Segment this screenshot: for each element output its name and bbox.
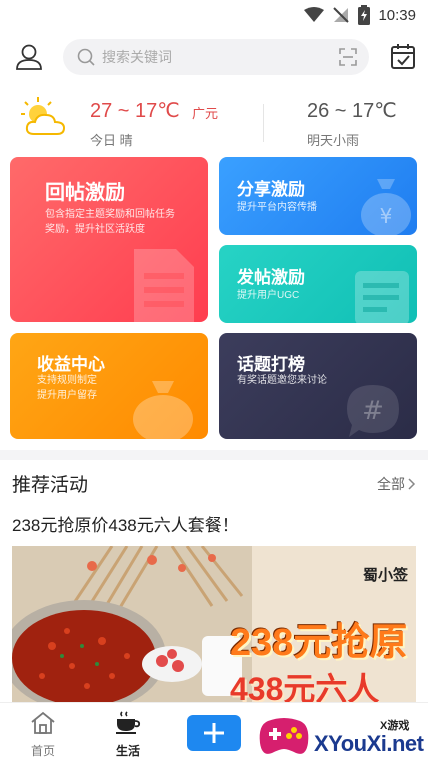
- chevron-right-icon: [408, 478, 416, 490]
- view-all-label: 全部: [377, 476, 405, 492]
- section-title: 推荐活动: [12, 475, 89, 496]
- card-title: 收益中心: [37, 355, 105, 374]
- nav-home-label: 首页: [30, 744, 55, 758]
- calendar-check-icon[interactable]: [390, 42, 416, 70]
- card-desc: 包含指定主题奖励和回帖任务奖励，提升社区活跃度: [45, 209, 175, 235]
- gamepad-logo-icon: [259, 718, 309, 754]
- card-desc-line: 提升用户留存: [37, 390, 97, 401]
- card-post-reward[interactable]: 发帖激励 提升用户UGC: [219, 245, 417, 323]
- status-time: 10:39: [378, 6, 416, 24]
- card-title: 回帖激励: [45, 182, 125, 204]
- section-divider: [0, 450, 428, 460]
- document-icon: [355, 271, 409, 323]
- site-watermark: X游戏 XYouXi.net: [258, 713, 426, 759]
- nav-life-label: 生活: [115, 744, 140, 758]
- search-icon: [77, 48, 95, 66]
- wifi-icon: [304, 7, 325, 22]
- city-label[interactable]: 广元: [192, 103, 218, 122]
- activity-banner[interactable]: 蜀小签 238元抢原 438元六人: [12, 546, 416, 702]
- nav-life[interactable]: 生活: [98, 711, 158, 759]
- tomorrow-weather: 明天小雨: [307, 133, 360, 148]
- card-desc-line: 支持规则制定: [37, 375, 97, 386]
- battery-charging-icon: [358, 5, 371, 25]
- banner-headline: 238元抢原: [230, 622, 408, 664]
- create-post-button[interactable]: [187, 715, 241, 751]
- card-topic-ranking[interactable]: # 话题打榜 有奖话题邀您来讨论: [219, 333, 417, 439]
- tomorrow-temperature: 26 ~ 17℃: [307, 100, 397, 122]
- card-title: 分享激励: [237, 180, 305, 199]
- svg-text:#: #: [362, 396, 384, 426]
- money-bag-icon: ¥: [361, 179, 411, 235]
- bottom-navigation: 首页 生活 X游戏 XYouXi.net: [0, 702, 428, 762]
- card-desc: 支持规则制定 提升用户留存: [37, 373, 97, 403]
- card-title: 发帖激励: [237, 268, 305, 287]
- banner-subheadline: 438元六人: [230, 671, 380, 702]
- card-title: 话题打榜: [237, 355, 305, 374]
- activity-title[interactable]: 238元抢原价438元六人套餐！: [12, 511, 239, 536]
- signal-off-icon: [333, 7, 350, 23]
- scan-icon[interactable]: [339, 48, 357, 66]
- banner-brand: 蜀小签: [362, 567, 408, 584]
- card-desc: 提升用户UGC: [237, 290, 300, 301]
- hashtag-bubble-icon: #: [347, 385, 399, 437]
- card-income-center[interactable]: 收益中心 支持规则制定 提升用户留存: [10, 333, 208, 439]
- user-icon[interactable]: [14, 42, 44, 72]
- card-desc: 提升平台内容传播: [237, 202, 317, 213]
- money-bag-icon: [133, 381, 193, 439]
- today-temperature: 27 ~ 17℃: [90, 100, 180, 122]
- card-reply-reward[interactable]: 回帖激励 包含指定主题奖励和回帖任务奖励，提升社区活跃度: [10, 157, 208, 322]
- nav-home[interactable]: 首页: [13, 711, 73, 759]
- svg-text:¥: ¥: [380, 204, 393, 228]
- plus-icon: [204, 723, 224, 743]
- view-all-link[interactable]: 全部: [377, 474, 416, 494]
- sun-cloud-icon: [21, 97, 66, 135]
- today-weather: 今日 晴: [90, 133, 133, 148]
- home-icon: [31, 711, 55, 734]
- card-desc: 有奖话题邀您来讨论: [237, 375, 327, 386]
- document-icon: [134, 249, 194, 322]
- card-share-reward[interactable]: ¥ 分享激励 提升平台内容传播: [219, 157, 417, 235]
- top-header: 搜索关键词: [0, 36, 428, 80]
- status-bar: 10:39: [0, 0, 428, 30]
- search-bar[interactable]: 搜索关键词: [63, 39, 369, 75]
- watermark-text: XYouXi.net: [314, 731, 424, 756]
- weather-divider: [263, 104, 264, 142]
- search-placeholder: 搜索关键词: [102, 49, 172, 65]
- coffee-cup-icon: [116, 711, 141, 734]
- weather-panel: 27 ~ 17℃ 广元 今日 晴 26 ~ 17℃ 明天小雨: [0, 92, 428, 152]
